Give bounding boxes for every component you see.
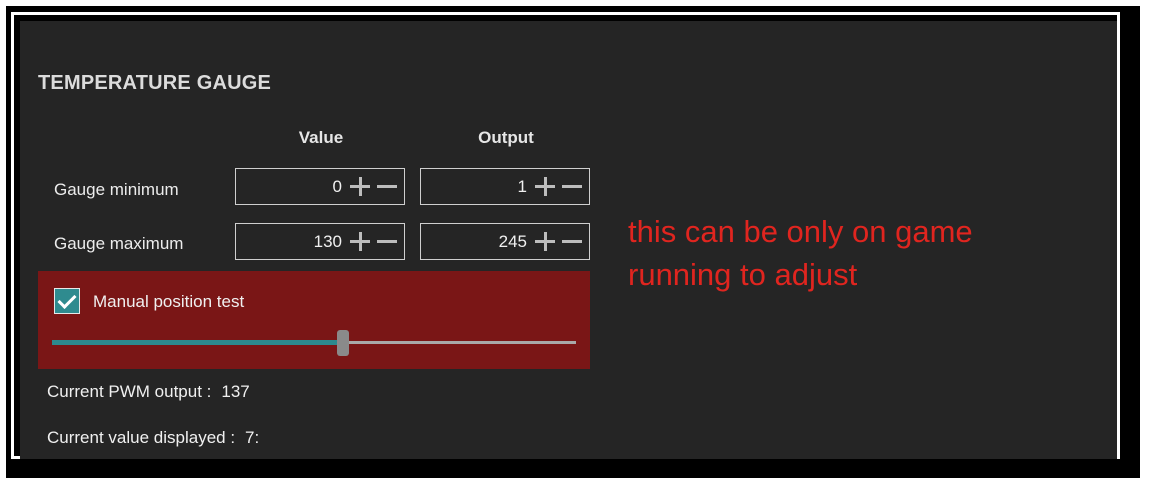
minus-icon[interactable] [562, 231, 582, 253]
gauge-maximum-output-stepper[interactable]: 245 [420, 223, 590, 260]
gauge-minimum-output-stepper[interactable]: 1 [420, 168, 590, 205]
minus-icon[interactable] [562, 176, 582, 198]
value-displayed-value: 7: [245, 428, 260, 447]
manual-position-checkbox[interactable] [54, 288, 80, 314]
value-displayed-label: Current value displayed : [47, 428, 236, 447]
slider-thumb[interactable] [337, 330, 349, 356]
plus-icon[interactable] [350, 176, 370, 198]
plus-icon[interactable] [350, 231, 370, 253]
minus-icon[interactable] [377, 231, 397, 253]
column-header-output: Output [478, 128, 534, 147]
pwm-output-label: Current PWM output : [47, 382, 212, 401]
column-header-value: Value [298, 128, 344, 147]
value-displayed-line: Current value displayed : 7: [47, 428, 259, 448]
annotation-note: this can be only on game running to adju… [628, 214, 973, 292]
position-slider[interactable] [52, 330, 576, 356]
stepper-value[interactable]: 0 [333, 177, 342, 197]
gauge-maximum-value-stepper[interactable]: 130 [235, 223, 405, 260]
stepper-value[interactable]: 1 [518, 177, 527, 197]
stepper-value[interactable]: 130 [314, 232, 342, 252]
pwm-output-value: 137 [221, 382, 250, 401]
stepper-value[interactable]: 245 [499, 232, 527, 252]
gauge-minimum-label: Gauge minimum [54, 180, 179, 199]
slider-fill [52, 340, 343, 345]
section-title: TEMPERATURE GAUGE [38, 72, 272, 94]
minus-icon[interactable] [377, 176, 397, 198]
gauge-minimum-value-stepper[interactable]: 0 [235, 168, 405, 205]
manual-position-label: Manual position test [93, 292, 245, 311]
gauge-maximum-label: Gauge maximum [54, 234, 184, 253]
plus-icon[interactable] [535, 176, 555, 198]
plus-icon[interactable] [535, 231, 555, 253]
pwm-output-line: Current PWM output : 137 [47, 382, 250, 402]
